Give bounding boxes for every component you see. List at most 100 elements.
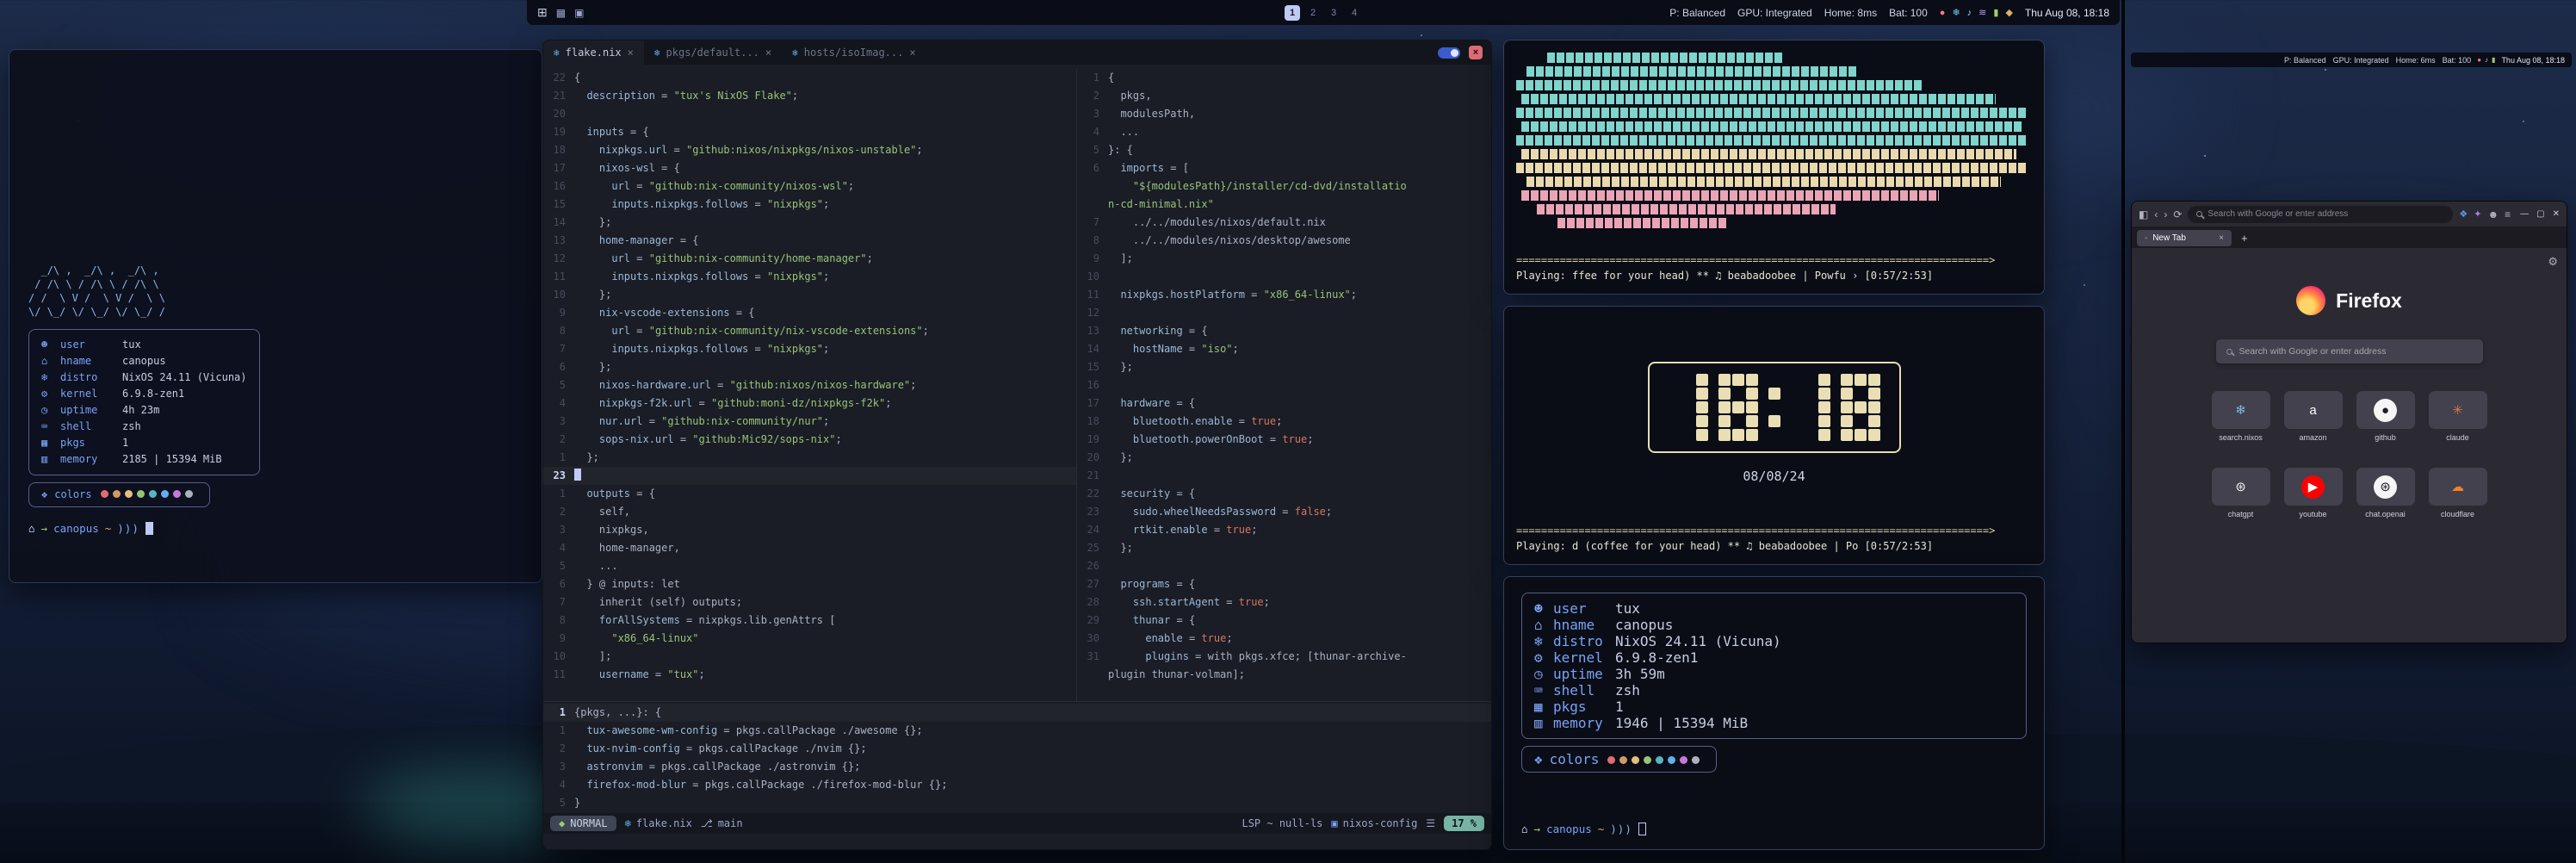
recording-icon[interactable]: ● <box>1940 8 1946 18</box>
code-line[interactable]: 6 }; <box>543 358 1076 376</box>
workspace-tag[interactable]: 2 <box>1305 5 1321 21</box>
code-line[interactable]: 17 nixos-wsl = { <box>543 159 1076 177</box>
code-line[interactable]: 8 ../../modules/nixos/desktop/awesome <box>1077 232 1491 250</box>
maximize-button[interactable]: ▢ <box>2536 209 2544 219</box>
code-line[interactable]: 9 "x86_64-linux" <box>543 630 1076 648</box>
code-line[interactable]: 3 modulesPath, <box>1077 105 1491 123</box>
code-line[interactable]: 6 imports = [ <box>1077 159 1491 177</box>
code-line[interactable]: 24 rtkit.enable = true; <box>1077 521 1491 539</box>
code-line[interactable]: 12 <box>1077 304 1491 322</box>
code-line[interactable]: 3 nur.url = "github:nix-community/nur"; <box>543 413 1076 431</box>
code-line[interactable]: 2 self, <box>543 503 1076 521</box>
refresh-icon[interactable]: ⟳ <box>2173 208 2182 220</box>
code-line[interactable]: 1 { <box>1077 69 1491 87</box>
shortcut-youtube[interactable]: ▶ youtube <box>2281 468 2346 518</box>
code-line[interactable]: 13 networking = { <box>1077 322 1491 340</box>
code-line[interactable]: 13 home-manager = { <box>543 232 1076 250</box>
minimize-button[interactable]: — <box>2520 209 2529 219</box>
new-tab-button[interactable]: + <box>2237 232 2252 245</box>
code-line[interactable]: 15 }; <box>1077 358 1491 376</box>
code-line[interactable]: 8 url = "github:nix-community/nix-vscode… <box>543 322 1076 340</box>
code-line[interactable]: 20 }; <box>1077 449 1491 467</box>
code-line[interactable]: 30 enable = true; <box>1077 630 1491 648</box>
code-line[interactable]: 5 }: { <box>1077 141 1491 159</box>
code-line[interactable]: 2 tux-nvim-config = pkgs.callPackage ./n… <box>543 740 1491 758</box>
code-line[interactable]: 18 bluetooth.enable = true; <box>1077 413 1491 431</box>
tab-hosts-isoimage[interactable]: ❄ hosts/isoImag... × <box>782 40 926 65</box>
code-pane-flake[interactable]: 22 { 21 description = "tux's NixOS Flake… <box>543 69 1077 701</box>
code-line[interactable]: 18 nixpkgs.url = "github:nixos/nixpkgs/n… <box>543 141 1076 159</box>
code-line[interactable]: 7 inherit (self) outputs; <box>543 593 1076 612</box>
code-line[interactable]: 10 <box>1077 268 1491 286</box>
code-line[interactable]: 4 firefox-mod-blur = pkgs.callPackage ./… <box>543 776 1491 794</box>
code-line[interactable]: 11 username = "tux"; <box>543 666 1076 684</box>
code-line[interactable]: 1 outputs = { <box>543 485 1076 503</box>
code-line[interactable]: 16 <box>1077 376 1491 394</box>
shell-prompt[interactable]: ⌂ → canopus ~ ))) <box>28 521 523 536</box>
tab-close-icon[interactable]: × <box>765 47 771 59</box>
menu-icon[interactable]: ≡ <box>2505 208 2511 220</box>
account-icon[interactable]: ☻ <box>2488 208 2499 220</box>
code-line[interactable]: 21 description = "tux's NixOS Flake"; <box>543 87 1076 105</box>
shortcut-cloudflare[interactable]: ☁ cloudflare <box>2425 468 2491 518</box>
code-line[interactable]: 11 nixpkgs.hostPlatform = "x86_64-linux"… <box>1077 286 1491 304</box>
code-line[interactable]: 23 sudo.wheelNeedsPassword = false; <box>1077 503 1491 521</box>
code-line[interactable]: 19 bluetooth.powerOnBoot = true; <box>1077 431 1491 449</box>
workspace-tag[interactable]: 3 <box>1326 5 1341 21</box>
url-bar[interactable]: Search with Google or enter address <box>2188 206 2453 223</box>
tabbar-toggle[interactable] <box>1438 47 1460 59</box>
code-line[interactable]: 9 nix-vscode-extensions = { <box>543 304 1076 322</box>
shortcut-chatgpt[interactable]: ⊛ chatgpt <box>2208 468 2274 518</box>
code-line[interactable]: 5 ... <box>543 557 1076 575</box>
code-line[interactable]: 20 <box>543 105 1076 123</box>
recording-icon[interactable]: ● <box>2477 56 2481 64</box>
code-line[interactable]: 23 <box>543 467 1076 485</box>
git-branch[interactable]: ⎇ main <box>701 817 743 829</box>
layout-icon[interactable]: ▦ <box>556 7 566 19</box>
code-line[interactable]: 31 plugins = with pkgs.xfce; [thunar-arc… <box>1077 648 1491 666</box>
screenshot-icon[interactable]: ▣ <box>574 7 584 19</box>
code-line[interactable]: 1 {pkgs, ...}: { <box>543 704 1491 722</box>
tab-new-tab[interactable]: ◦ New Tab × <box>2137 230 2232 246</box>
code-line[interactable]: 22 security = { <box>1077 485 1491 503</box>
shell-prompt[interactable]: ⌂ → canopus ~ ))) <box>1521 823 2027 835</box>
code-line[interactable]: 28 ssh.startAgent = true; <box>1077 593 1491 612</box>
tab-pkgs-default[interactable]: ❄ pkgs/default... × <box>644 40 782 65</box>
code-line[interactable]: plugin thunar-volman]; <box>1077 666 1491 684</box>
code-line[interactable]: 7 ../../modules/nixos/default.nix <box>1077 214 1491 232</box>
tab-flake-nix[interactable]: ❄ flake.nix × <box>543 40 644 65</box>
volume-icon[interactable]: ♪ <box>2485 56 2488 64</box>
battery-icon[interactable]: ▮ <box>2492 56 2495 64</box>
code-line[interactable]: 2 sops-nix.url = "github:Mic92/sops-nix"… <box>543 431 1076 449</box>
code-pane-iso[interactable]: 1 { 2 pkgs, 3 modulesPath, 4 ... <box>1077 69 1491 701</box>
code-line[interactable]: 12 url = "github:nix-community/home-mana… <box>543 250 1076 268</box>
network-icon[interactable]: ≋ <box>1978 7 1986 18</box>
code-line[interactable]: 15 inputs.nixpkgs.follows = "nixpkgs"; <box>543 196 1076 214</box>
code-line[interactable]: 7 inputs.nixpkgs.follows = "nixpkgs"; <box>543 340 1076 358</box>
code-line[interactable]: 4 home-manager, <box>543 539 1076 557</box>
code-line[interactable]: 6 } @ inputs: let <box>543 575 1076 593</box>
project-name[interactable]: ▣ nixos-config <box>1331 817 1417 829</box>
code-line[interactable]: 21 <box>1077 467 1491 485</box>
code-line[interactable]: "${modulesPath}/installer/cd-dvd/install… <box>1077 177 1491 196</box>
back-icon[interactable]: ‹ <box>2154 208 2158 220</box>
code-line[interactable]: 11 inputs.nixpkgs.follows = "nixpkgs"; <box>543 268 1076 286</box>
forward-icon[interactable]: › <box>2164 208 2167 220</box>
nix-icon[interactable]: ❄ <box>1952 7 1960 18</box>
code-line[interactable]: 1 }; <box>543 449 1076 467</box>
code-line[interactable]: 4 ... <box>1077 123 1491 141</box>
shortcut-github[interactable]: ● github <box>2353 391 2418 442</box>
code-line[interactable]: 14 hostName = "iso"; <box>1077 340 1491 358</box>
addon-icon[interactable]: ❖ <box>2459 208 2468 220</box>
code-line[interactable]: 10 }; <box>543 286 1076 304</box>
close-button[interactable]: ✕ <box>2553 209 2560 219</box>
code-line[interactable]: 19 inputs = { <box>543 123 1076 141</box>
shortcut-search-nixos[interactable]: ❄ search.nixos <box>2208 391 2274 442</box>
code-line[interactable]: 10 ]; <box>543 648 1076 666</box>
code-line[interactable]: 26 <box>1077 557 1491 575</box>
code-line[interactable]: 5 } <box>543 794 1491 812</box>
battery-icon[interactable]: ▮ <box>1993 7 1998 18</box>
code-line[interactable]: 5 nixos-hardware.url = "github:nixos/nix… <box>543 376 1076 394</box>
code-line[interactable]: 8 forAllSystems = nixpkgs.lib.genAttrs [ <box>543 612 1076 630</box>
code-line[interactable]: 2 pkgs, <box>1077 87 1491 105</box>
